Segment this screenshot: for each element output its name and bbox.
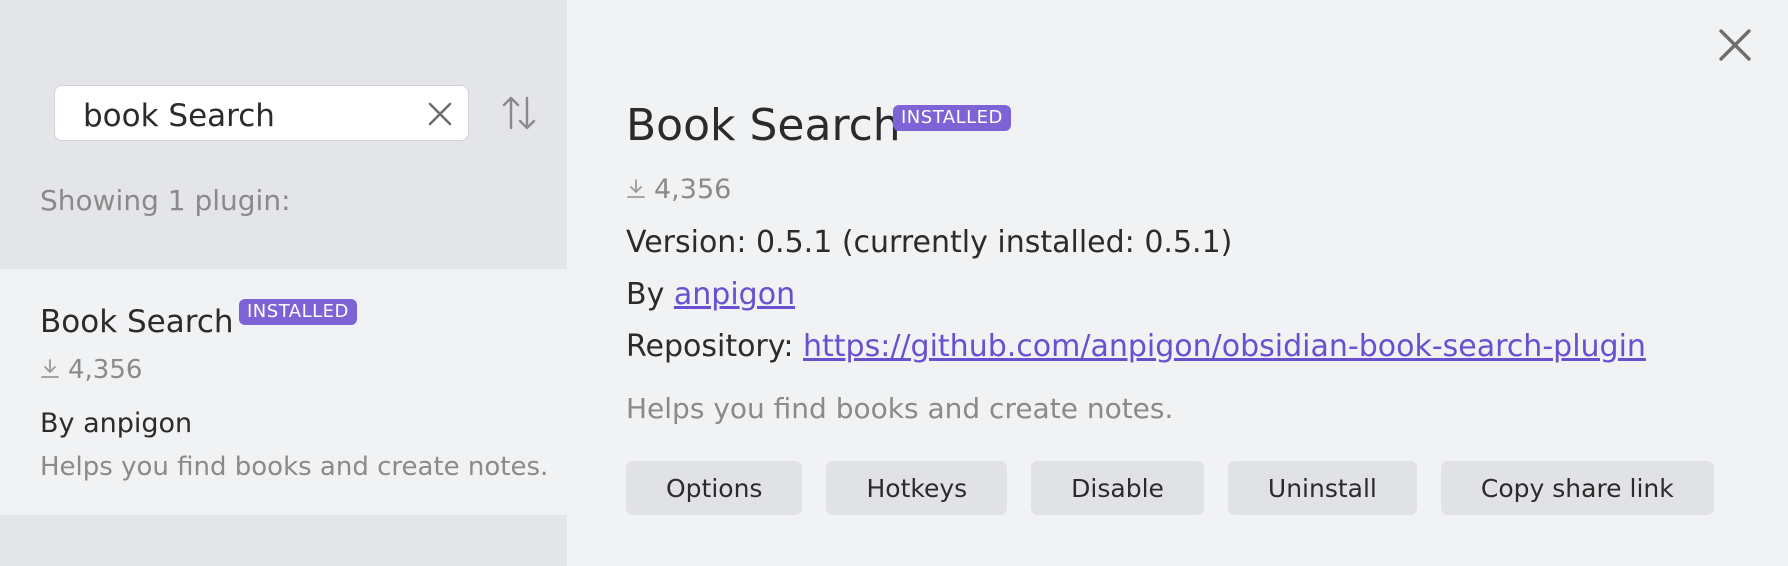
search-input[interactable]: book Search	[54, 85, 469, 141]
plugin-item-downloads: 4,356	[40, 355, 142, 385]
close-icon[interactable]	[1716, 26, 1754, 64]
detail-repository: Repository: https://github.com/anpigon/o…	[626, 329, 1646, 364]
detail-title: Book Search	[626, 100, 901, 151]
results-count: Showing 1 plugin:	[40, 184, 291, 217]
copy-share-link-button[interactable]: Copy share link	[1440, 461, 1714, 515]
detail-installed-badge: INSTALLED	[893, 105, 1011, 131]
sort-icon[interactable]	[500, 93, 538, 133]
detail-version: Version: 0.5.1 (currently installed: 0.5…	[626, 225, 1233, 260]
clear-search-icon[interactable]	[426, 100, 454, 128]
plugin-item-title: Book Search	[40, 304, 234, 340]
installed-badge: INSTALLED	[239, 299, 357, 325]
repo-prefix: Repository:	[626, 329, 794, 364]
plugin-actions: Options Hotkeys Disable Uninstall Copy s…	[626, 461, 1714, 515]
author-prefix: By	[626, 277, 665, 312]
search-input-value[interactable]: book Search	[83, 98, 275, 134]
plugin-list-item[interactable]: Book Search INSTALLED 4,356 By anpigon H…	[0, 269, 567, 515]
hotkeys-button[interactable]: Hotkeys	[826, 461, 1008, 515]
download-icon	[41, 359, 59, 378]
disable-button[interactable]: Disable	[1031, 461, 1204, 515]
options-button[interactable]: Options	[626, 461, 803, 515]
detail-author: By anpigon	[626, 277, 795, 312]
plugin-item-author: By anpigon	[40, 408, 193, 439]
author-link[interactable]: anpigon	[674, 277, 795, 312]
detail-downloads-count: 4,356	[654, 174, 732, 205]
downloads-count: 4,356	[68, 355, 143, 385]
detail-downloads: 4,356	[626, 174, 731, 205]
detail-description: Helps you find books and create notes.	[626, 392, 1174, 425]
plugin-sidebar: book Search Showing 1 plugin: Book Searc…	[0, 0, 567, 566]
uninstall-button[interactable]: Uninstall	[1227, 461, 1417, 515]
plugin-item-description: Helps you find books and create notes.	[40, 452, 549, 482]
repo-link[interactable]: https://github.com/anpigon/obsidian-book…	[803, 329, 1646, 364]
download-icon	[627, 179, 645, 198]
